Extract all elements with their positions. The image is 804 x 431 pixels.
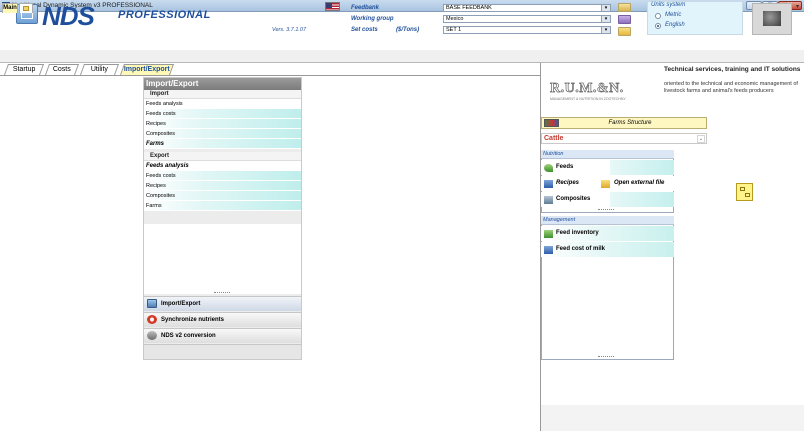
feed-inventory-button[interactable]: Feed inventory (541, 226, 674, 241)
species-select[interactable]: Cattle ⌄ (541, 133, 707, 144)
version-label: Vers. 3.7.1.07 (272, 27, 307, 33)
import-item-feeds-costs[interactable]: Feeds costs (144, 109, 301, 119)
set-costs-select[interactable]: SET 1 ▾ (443, 26, 611, 34)
panel-footer (144, 344, 301, 359)
import-section-header: Import (144, 90, 301, 99)
open-external-file-button[interactable]: Open external file (599, 176, 674, 191)
import-export-list: Import Feeds analysis Feeds costs Recipe… (144, 90, 301, 211)
feeds-leaf-icon (544, 164, 553, 172)
working-group-value: Mexico (446, 16, 464, 22)
nutrition-empty-cell (610, 160, 674, 175)
feed-cost-of-milk-button[interactable]: Feed cost of milk (541, 242, 674, 257)
animal-photo-icon (763, 11, 781, 26)
nutrition-splitter[interactable] (598, 209, 614, 211)
feedbank-value: BASE FEEDBANK (446, 5, 492, 11)
tab-import-export[interactable]: Import/Export (119, 64, 175, 75)
services-description: oriented to the technical and economic m… (664, 81, 798, 94)
units-system-title: Units system (651, 2, 686, 8)
english-label[interactable]: English (665, 22, 685, 28)
milk-cost-icon (544, 246, 553, 254)
export-section-header: Export (144, 152, 301, 161)
chevron-down-icon[interactable]: ⌄ (697, 135, 705, 143)
working-group-icon[interactable] (618, 15, 631, 24)
chevron-down-icon[interactable]: ▾ (601, 16, 610, 22)
export-item-recipes[interactable]: Recipes (144, 181, 301, 191)
composites-icon (544, 196, 553, 204)
home-icon (23, 6, 29, 11)
chevron-down-icon[interactable]: ▾ (601, 27, 610, 33)
right-pane-footer (541, 405, 804, 431)
export-item-feeds-analysis[interactable]: Feeds analysis (144, 161, 301, 171)
logo-subtitle: PROFESSIONAL (118, 9, 211, 21)
set-costs-unit: ($/Tons) (396, 27, 420, 33)
nav-import-export-button[interactable]: Import/Export (144, 296, 301, 311)
management-splitter[interactable] (598, 356, 614, 358)
farms-structure-button[interactable]: Farms Structure (541, 117, 707, 129)
import-export-icon (147, 299, 157, 308)
panel-title: Import/Export (144, 78, 301, 90)
rumn-logo: R.U.M.&N. (550, 81, 624, 97)
feedbank-folder-icon[interactable] (618, 3, 631, 12)
feedbank-label: Feedbank (351, 5, 380, 11)
folder-icon (601, 180, 610, 188)
farms-icon (544, 119, 559, 127)
set-costs-label: Set costs (351, 27, 378, 33)
module-tab-bar (0, 50, 804, 63)
metric-radio[interactable] (655, 13, 661, 19)
working-group-select[interactable]: Mexico ▾ (443, 15, 611, 23)
rumn-logo-subtitle: MANAGEMENT & NUTRITION IN ZOOTECHNY (550, 97, 626, 101)
import-item-feeds-analysis[interactable]: Feeds analysis (144, 99, 301, 109)
chevron-down-icon[interactable]: ▾ (796, 3, 799, 10)
tab-divider (0, 75, 540, 76)
metric-label[interactable]: Metric (665, 12, 681, 18)
nutrition-header: Nutrition (541, 150, 674, 159)
export-item-composites[interactable]: Composites (144, 191, 301, 201)
tab-startup[interactable]: Startup (3, 64, 45, 75)
header-photo (752, 3, 792, 35)
feedbank-select[interactable]: BASE FEEDBANK ▾ (443, 4, 611, 12)
chevron-down-icon[interactable]: ▾ (601, 5, 610, 11)
nav-nds-v2-conversion-button[interactable]: NDS v2 conversion (144, 328, 301, 343)
set-costs-value: SET 1 (446, 27, 462, 33)
export-item-feeds-costs[interactable]: Feeds costs (144, 171, 301, 181)
services-title: Technical services, training and IT solu… (664, 66, 801, 73)
working-group-label: Working group (351, 16, 394, 22)
logo-title: NDS (42, 1, 95, 31)
panel-empty-area (144, 224, 301, 294)
import-item-composites[interactable]: Composites (144, 129, 301, 139)
nutrition-empty-cell (610, 192, 674, 207)
import-item-farms[interactable]: Farms (144, 139, 301, 149)
import-item-recipes[interactable]: Recipes (144, 119, 301, 129)
inventory-icon (544, 230, 553, 238)
tab-costs[interactable]: Costs (44, 64, 80, 75)
structure-tree-icon[interactable] (736, 183, 753, 201)
set-costs-coins-icon[interactable] (618, 27, 631, 36)
nav-synchronize-nutrients-button[interactable]: Synchronize nutrients (144, 312, 301, 327)
tab-home[interactable] (19, 3, 33, 13)
conversion-gear-icon (147, 331, 157, 340)
english-radio[interactable] (655, 23, 661, 29)
export-item-farms[interactable]: Farms (144, 201, 301, 211)
management-header: Management (541, 216, 674, 225)
tab-main[interactable]: Main (2, 3, 18, 13)
sync-lifebuoy-icon (147, 315, 157, 324)
tab-utility[interactable]: Utility (79, 64, 120, 75)
us-flag-icon[interactable] (325, 2, 340, 11)
species-value: Cattle (544, 135, 564, 142)
panel-splitter[interactable] (214, 292, 230, 294)
recipes-book-icon (544, 180, 553, 188)
